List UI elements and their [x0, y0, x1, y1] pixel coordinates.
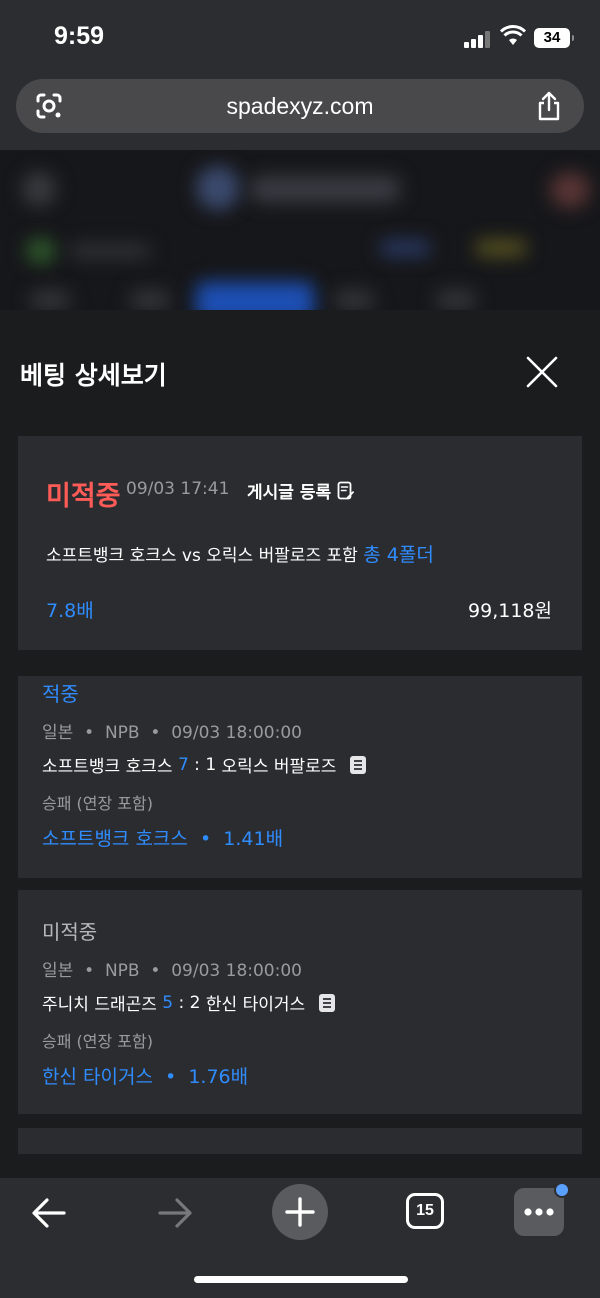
- match-detail-icon[interactable]: [350, 755, 367, 774]
- leg-away-team: 한신 타이거스: [205, 995, 306, 1015]
- bet-matchup: 소프트뱅크 호크스 vs 오릭스 버팔로즈 포함: [46, 546, 358, 566]
- leg-market: 승패 (연장 포함): [42, 1032, 153, 1051]
- edit-note-icon: [337, 481, 355, 499]
- sheet-title: 베팅 상세보기: [20, 361, 167, 390]
- post-register-link[interactable]: 게시글 등록: [247, 478, 355, 503]
- leg-datetime: 09/03 18:00:00: [171, 723, 302, 743]
- leg-meta: 일본 • NPB • 09/03 18:00:00: [42, 718, 302, 743]
- meta-separator: •: [150, 723, 161, 743]
- new-tab-plus-icon[interactable]: [272, 1184, 328, 1240]
- match-detail-icon[interactable]: [319, 993, 336, 1012]
- leg-match: 소프트뱅크 호크스 7 : 1 오릭스 버팔로즈: [42, 752, 367, 777]
- leg-home-score: 7: [177, 754, 189, 775]
- leg-league: NPB: [104, 723, 140, 743]
- notification-dot: [554, 1182, 570, 1198]
- bet-status: 미적중: [46, 481, 121, 512]
- leg-datetime: 09/03 18:00:00: [171, 961, 302, 981]
- folder-count: 총 4폴더: [363, 544, 434, 566]
- bet-leg-card: 적중 일본 • NPB • 09/03 18:00:00 소프트뱅크 호크스 7…: [18, 676, 582, 878]
- bet-leg-card-partial: [18, 1128, 582, 1154]
- leg-pick: 한신 타이거스 • 1.76배: [42, 1062, 248, 1089]
- leg-status: 미적중: [42, 920, 98, 944]
- leg-country: 일본: [42, 961, 74, 981]
- meta-separator: •: [150, 961, 161, 981]
- status-bar: 9:59 34: [0, 0, 600, 76]
- leg-league: NPB: [104, 961, 140, 981]
- leg-away-score: 2: [189, 992, 201, 1013]
- leg-match: 주니치 드래곤즈 5 : 2 한신 타이거스: [42, 990, 336, 1015]
- status-time: 9:59: [54, 22, 105, 50]
- post-register-label: 게시글 등록: [247, 483, 332, 503]
- leg-status: 적중: [42, 682, 79, 706]
- bet-leg-card: 미적중 일본 • NPB • 09/03 18:00:00 주니치 드래곤즈 5…: [18, 890, 582, 1114]
- bet-detail-sheet: 베팅 상세보기 미적중 09/03 17:41 게시글 등록 소프트뱅크 호크스…: [0, 310, 600, 1178]
- meta-separator: •: [165, 1066, 177, 1088]
- meta-separator: •: [84, 723, 95, 743]
- bet-matchup-line: 소프트뱅크 호크스 vs 오릭스 버팔로즈 포함 총 4폴더: [46, 540, 434, 567]
- back-arrow-icon[interactable]: [30, 1196, 68, 1230]
- leg-home-score: 5: [162, 992, 174, 1013]
- forward-arrow-icon[interactable]: [156, 1196, 194, 1230]
- bet-datetime: 09/03 17:41: [126, 479, 230, 499]
- leg-pick-team: 한신 타이거스: [42, 1066, 153, 1088]
- home-indicator: [194, 1276, 408, 1283]
- browser-top-bar: spadexyz.com: [0, 76, 600, 150]
- battery-icon: 34: [534, 28, 574, 48]
- leg-pick-odds: 1.76배: [188, 1066, 249, 1088]
- wifi-icon: [500, 25, 526, 45]
- share-icon[interactable]: [536, 91, 562, 121]
- tab-switcher-button[interactable]: 15: [406, 1193, 444, 1229]
- address-bar[interactable]: spadexyz.com: [16, 79, 584, 133]
- total-odds: 7.8배: [46, 600, 94, 622]
- cellular-signal-icon: [464, 30, 490, 48]
- score-separator: :: [178, 992, 185, 1013]
- leg-home-team: 소프트뱅크 호크스: [42, 757, 173, 777]
- meta-separator: •: [199, 828, 212, 850]
- url-text: spadexyz.com: [226, 93, 374, 119]
- leg-pick-team: 소프트뱅크 호크스: [42, 828, 188, 850]
- leg-market: 승패 (연장 포함): [42, 794, 153, 813]
- bet-amount: 99,118원: [468, 600, 552, 622]
- bet-summary-card: 미적중 09/03 17:41 게시글 등록 소프트뱅크 호크스 vs 오릭스 …: [18, 436, 582, 650]
- meta-separator: •: [84, 961, 95, 981]
- blurred-background-page: [0, 150, 600, 310]
- leg-meta: 일본 • NPB • 09/03 18:00:00: [42, 956, 302, 981]
- leg-country: 일본: [42, 723, 74, 743]
- leg-away-team: 오릭스 버팔로즈: [221, 757, 337, 777]
- score-separator: :: [194, 754, 200, 775]
- leg-away-score: 1: [205, 754, 217, 775]
- leg-pick-odds: 1.41배: [223, 828, 284, 850]
- leg-pick: 소프트뱅크 호크스 • 1.41배: [42, 824, 283, 851]
- close-icon[interactable]: [526, 356, 558, 388]
- leg-home-team: 주니치 드래곤즈: [42, 995, 157, 1015]
